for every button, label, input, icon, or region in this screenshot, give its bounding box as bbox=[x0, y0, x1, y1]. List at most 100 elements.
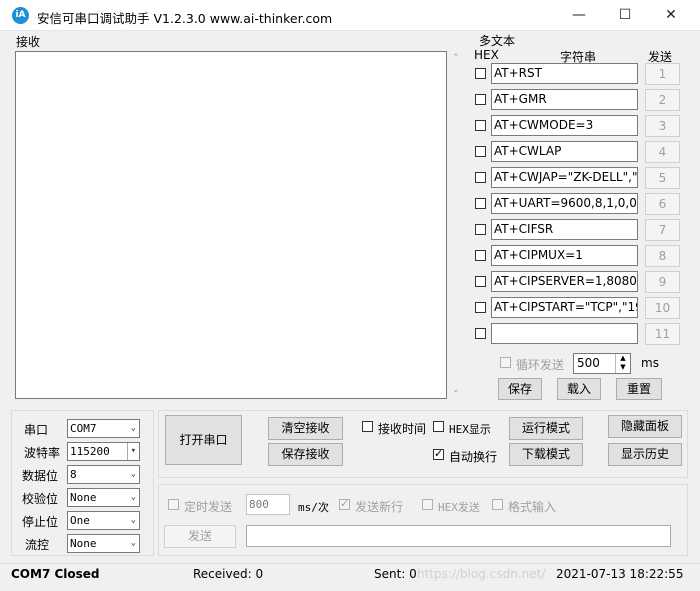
port-state: COM7 Closed bbox=[11, 567, 100, 581]
cmd-send-button[interactable]: 3 bbox=[645, 115, 680, 137]
chevron-down-icon: ⌄ bbox=[130, 469, 136, 479]
cmd-send-button[interactable]: 10 bbox=[645, 297, 680, 319]
hex-send-checkbox[interactable] bbox=[422, 499, 433, 510]
multi-text-label: 多文本 bbox=[479, 34, 516, 48]
cmd-hex-checkbox[interactable] bbox=[475, 198, 486, 209]
send-newline-checkbox[interactable] bbox=[339, 497, 350, 510]
port-select[interactable]: COM7 ⌄ bbox=[67, 419, 140, 438]
cmd-input[interactable]: AT+CIFSR bbox=[491, 219, 638, 240]
cmd-input[interactable]: AT+CIPSERVER=1,8080 bbox=[491, 271, 638, 292]
hex-column-header: HEX bbox=[474, 48, 499, 62]
loop-send-checkbox[interactable] bbox=[500, 357, 511, 368]
receive-time-label: 接收时间 bbox=[378, 422, 427, 436]
cmd-send-button[interactable]: 7 bbox=[645, 219, 680, 241]
cmd-input[interactable]: AT+CIPSTART="TCP","192 bbox=[491, 297, 638, 318]
app-icon: iA bbox=[12, 7, 29, 24]
window-title: 安信可串口调试助手 V1.2.3.0 www.ai-thinker.com bbox=[37, 11, 333, 26]
chevron-down-icon: ⌄ bbox=[130, 423, 136, 433]
cmd-send-button[interactable]: 8 bbox=[645, 245, 680, 267]
cmd-input[interactable]: AT+UART=9600,8,1,0,0 bbox=[491, 193, 638, 214]
datetime: 2021-07-13 18:22:55 bbox=[556, 567, 684, 581]
cmd-hex-checkbox[interactable] bbox=[475, 250, 486, 261]
cmd-send-button[interactable]: 4 bbox=[645, 141, 680, 163]
stopbits-label: 停止位 bbox=[22, 515, 59, 529]
cmd-hex-checkbox[interactable] bbox=[475, 224, 486, 235]
cmd-hex-checkbox[interactable] bbox=[475, 172, 486, 183]
port-value: COM7 bbox=[70, 422, 97, 435]
cmd-hex-checkbox[interactable] bbox=[475, 68, 486, 79]
auto-newline-checkbox[interactable] bbox=[433, 447, 444, 460]
send-input[interactable] bbox=[246, 525, 671, 547]
baud-select[interactable]: 115200 ▾ bbox=[67, 442, 140, 461]
cmd-send-button[interactable]: 6 bbox=[645, 193, 680, 215]
received-count: Received: 0 bbox=[193, 567, 264, 581]
cmd-send-button[interactable]: 1 bbox=[645, 63, 680, 85]
auto-newline-label: 自动换行 bbox=[449, 450, 498, 464]
cmd-hex-checkbox[interactable] bbox=[475, 328, 486, 339]
parity-select[interactable]: None ⌄ bbox=[67, 488, 140, 507]
baud-value: 115200 bbox=[70, 445, 110, 458]
spin-down-icon[interactable]: ▼ bbox=[616, 363, 630, 372]
stopbits-select[interactable]: One ⌄ bbox=[67, 511, 140, 530]
show-history-button[interactable]: 显示历史 bbox=[608, 443, 682, 466]
maximize-icon[interactable]: ☐ bbox=[602, 0, 648, 31]
chevron-down-icon: ▾ bbox=[126, 443, 136, 460]
hex-display-checkbox[interactable] bbox=[433, 421, 444, 432]
watermark: https://blog.csdn.net/ bbox=[417, 567, 546, 581]
cmd-hex-checkbox[interactable] bbox=[475, 94, 486, 105]
cmd-input[interactable]: AT+RST bbox=[491, 63, 638, 84]
cmd-input[interactable]: AT+CIPMUX=1 bbox=[491, 245, 638, 266]
cmd-input[interactable] bbox=[491, 323, 638, 344]
format-input-label: 格式输入 bbox=[508, 500, 557, 514]
cmd-hex-checkbox[interactable] bbox=[475, 120, 486, 131]
status-bar: COM7 Closed Received: 0 Sent: 0 https://… bbox=[0, 563, 700, 591]
flow-value: None bbox=[70, 537, 97, 550]
cmd-input[interactable]: AT+CWMODE=3 bbox=[491, 115, 638, 136]
cmd-input[interactable]: AT+CWLAP bbox=[491, 141, 638, 162]
chevron-down-icon: ⌄ bbox=[130, 492, 136, 502]
interval-spinner[interactable]: ▲ ▼ bbox=[615, 354, 630, 373]
format-input-checkbox[interactable] bbox=[492, 499, 503, 510]
title-bar: iA 安信可串口调试助手 V1.2.3.0 www.ai-thinker.com… bbox=[0, 0, 700, 31]
interval-unit: ms bbox=[641, 356, 659, 370]
receive-label: 接收 bbox=[16, 35, 41, 49]
reset-button[interactable]: 重置 bbox=[616, 378, 662, 400]
receive-textarea[interactable] bbox=[15, 51, 447, 399]
parity-value: None bbox=[70, 491, 97, 504]
run-mode-button[interactable]: 运行模式 bbox=[509, 417, 583, 440]
databits-select[interactable]: 8 ⌄ bbox=[67, 465, 140, 484]
clear-receive-button[interactable]: 清空接收 bbox=[268, 417, 343, 440]
flow-select[interactable]: None ⌄ bbox=[67, 534, 140, 553]
cmd-send-button[interactable]: 9 bbox=[645, 271, 680, 293]
hide-panel-button[interactable]: 隐藏面板 bbox=[608, 415, 682, 438]
cmd-hex-checkbox[interactable] bbox=[475, 276, 486, 287]
minimize-icon[interactable]: — bbox=[556, 0, 602, 31]
cmd-send-button[interactable]: 11 bbox=[645, 323, 680, 345]
databits-label: 数据位 bbox=[22, 469, 59, 483]
receive-scrollbar[interactable]: ⌃ ⌄ bbox=[449, 51, 463, 399]
cmd-input[interactable]: AT+GMR bbox=[491, 89, 638, 110]
close-icon[interactable]: ✕ bbox=[648, 0, 694, 31]
timed-interval-input[interactable]: 800 bbox=[246, 494, 290, 515]
cmd-hex-checkbox[interactable] bbox=[475, 302, 486, 313]
save-button[interactable]: 保存 bbox=[498, 378, 542, 400]
send-button[interactable]: 发送 bbox=[164, 525, 236, 548]
sent-count: Sent: 0 bbox=[374, 567, 417, 581]
cmd-input[interactable]: AT+CWJAP="ZK-DELL","1 bbox=[491, 167, 638, 188]
cmd-send-button[interactable]: 2 bbox=[645, 89, 680, 111]
scroll-down-icon[interactable]: ⌄ bbox=[452, 385, 460, 395]
load-button[interactable]: 载入 bbox=[557, 378, 601, 400]
cmd-hex-checkbox[interactable] bbox=[475, 146, 486, 157]
chevron-down-icon: ⌄ bbox=[130, 538, 136, 548]
spin-up-icon[interactable]: ▲ bbox=[616, 354, 630, 363]
baud-label: 波特率 bbox=[24, 446, 61, 460]
timed-send-label: 定时发送 bbox=[184, 500, 233, 514]
save-receive-button[interactable]: 保存接收 bbox=[268, 443, 343, 466]
download-mode-button[interactable]: 下载模式 bbox=[509, 443, 583, 466]
scroll-up-icon[interactable]: ⌃ bbox=[452, 53, 460, 63]
databits-value: 8 bbox=[70, 468, 77, 481]
cmd-send-button[interactable]: 5 bbox=[645, 167, 680, 189]
open-port-button[interactable]: 打开串口 bbox=[165, 415, 242, 465]
timed-send-checkbox[interactable] bbox=[168, 499, 179, 510]
receive-time-checkbox[interactable] bbox=[362, 421, 373, 432]
